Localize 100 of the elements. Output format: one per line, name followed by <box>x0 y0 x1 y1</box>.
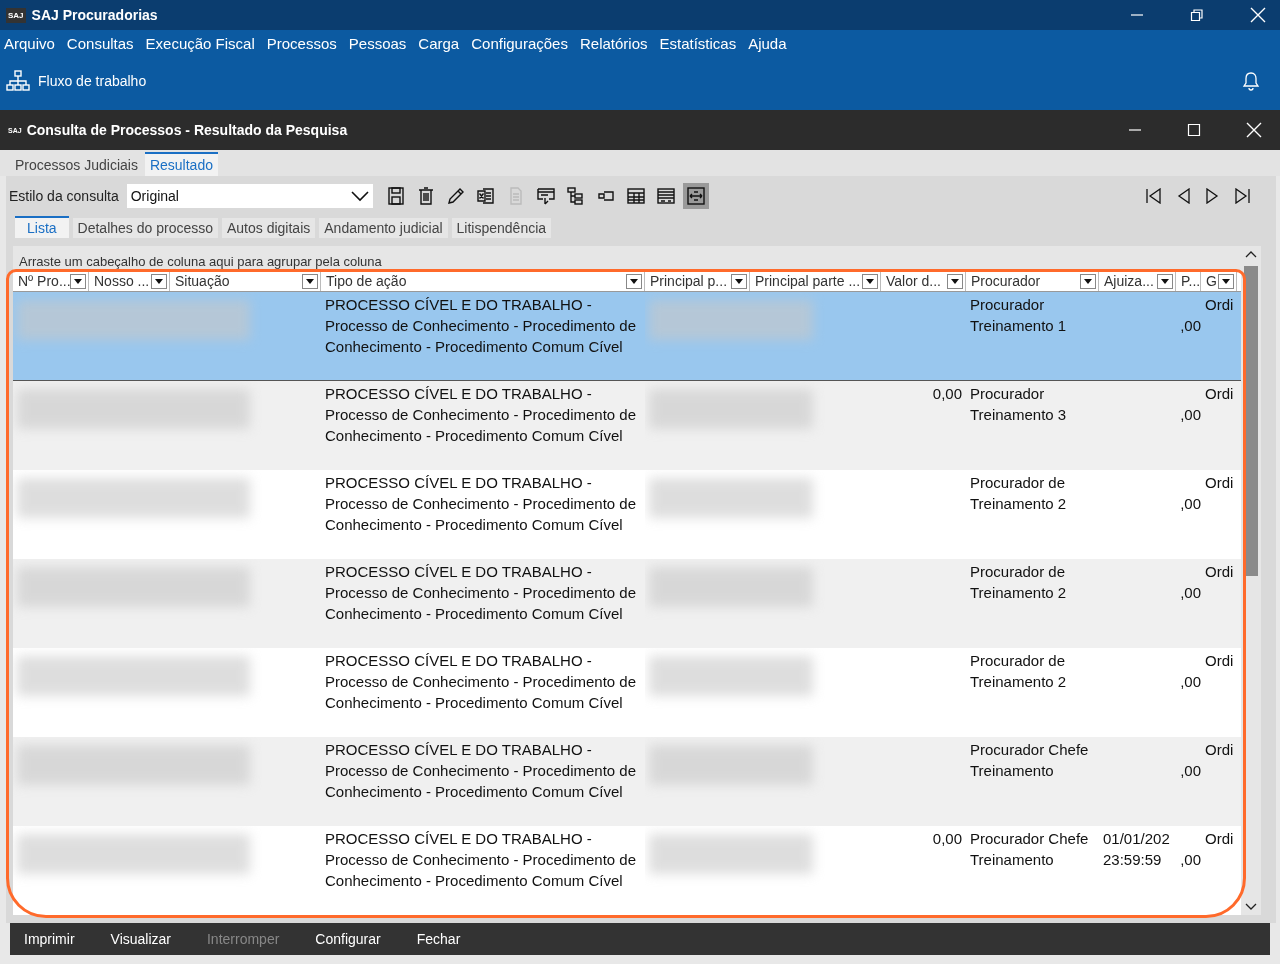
table-cell: Ordi <box>1205 652 1234 669</box>
last-page-icon[interactable] <box>1233 188 1251 204</box>
menu-item[interactable]: Ajuda <box>748 34 787 52</box>
menu-item[interactable]: Pessoas <box>348 34 407 52</box>
fit-icon <box>685 186 706 206</box>
table-row[interactable]: PROCESSO CÍVEL E DO TRABALHO - Processo de Conhecimento - Procedimento de Conhecimento - Procedimento Comum Cível Procurador Chefe Treinamento ,00 Ordi <box>13 737 1241 826</box>
menu-item[interactable]: Carga <box>418 34 460 52</box>
table-row[interactable]: PROCESSO CÍVEL E DO TRABALHO - Processo de Conhecimento - Procedimento de Conhecimento - Procedimento Comum Cível 0,00 Procurador Chefe Treinamento 01/01/202 23:59:59 ,00 Ordi <box>13 826 1241 915</box>
scroll-down-icon[interactable] <box>1245 903 1257 911</box>
next-icon[interactable] <box>1205 188 1219 204</box>
table-icon <box>625 186 646 206</box>
tab[interactable]: Litispendência <box>451 218 552 238</box>
footer-button[interactable]: Configurar <box>315 931 396 947</box>
column-header[interactable]: Principal p... <box>645 271 750 291</box>
field-label: Estilo da consulta <box>9 188 119 204</box>
table-cell: ,00 <box>1180 762 1201 779</box>
column-header[interactable]: Procurador <box>966 271 1099 291</box>
table-cell: Procurador Treinamento 3 <box>970 385 1067 423</box>
table-cell: PROCESSO CÍVEL E DO TRABALHO - Processo de Conhecimento - Procedimento de Conhecimento - Procedimento Comum Cível <box>325 563 636 622</box>
table-cell: PROCESSO CÍVEL E DO TRABALHO - Processo de Conhecimento - Procedimento de Conhecimento - Procedimento Comum Cível <box>325 385 636 444</box>
fit-button[interactable] <box>682 183 709 209</box>
footer-button[interactable]: Visualizar <box>110 931 186 947</box>
table-cell: ,00 <box>1180 584 1201 601</box>
column-header[interactable]: Valor d... <box>881 271 966 291</box>
column-header[interactable]: P... <box>1176 271 1201 291</box>
table-cell: Procurador de Treinamento 2 <box>970 652 1067 690</box>
filter-dropdown-icon[interactable] <box>1218 273 1234 289</box>
table-cell: Ordi <box>1205 830 1234 847</box>
filter-dropdown-icon[interactable] <box>862 273 878 289</box>
group-by-hint: Arraste um cabeçalho de coluna aqui para agrupar pela coluna <box>18 253 383 271</box>
filter-dropdown-icon[interactable] <box>626 273 642 289</box>
table-row[interactable]: PROCESSO CÍVEL E DO TRABALHO - Processo de Conhecimento - Procedimento de Conhecimento - Procedimento Comum Cível Procurador Treinamento 1 ,00 Ordi <box>13 292 1241 381</box>
hierarchy-icon <box>6 70 30 92</box>
spreadsheet-icon <box>475 186 496 206</box>
column-header[interactable]: Ajuiza... <box>1099 271 1176 291</box>
window-icon <box>535 186 556 206</box>
dialog-title: Consulta de Processos - Resultado da Pesquisa <box>26 122 348 138</box>
app-logo: SAJ <box>6 7 26 23</box>
column-header[interactable]: Principal parte ... <box>750 271 881 291</box>
filter-dropdown-icon[interactable] <box>1080 273 1096 289</box>
filter-dropdown-icon[interactable] <box>947 273 963 289</box>
previous-icon[interactable] <box>1177 188 1191 204</box>
column-header[interactable]: Situação <box>170 271 321 291</box>
menu-item[interactable]: Arquivo <box>4 34 55 52</box>
first-page-icon[interactable] <box>1145 188 1163 204</box>
column-header[interactable]: G <box>1201 271 1237 291</box>
filter-dropdown-icon[interactable] <box>302 273 318 289</box>
tab[interactable]: Resultado <box>144 152 218 176</box>
filter-dropdown-icon[interactable] <box>70 273 86 289</box>
table-cell: Procurador Treinamento 1 <box>970 296 1067 334</box>
filter-dropdown-icon[interactable] <box>1157 273 1173 289</box>
tab[interactable]: Andamento judicial <box>319 218 448 238</box>
column-header[interactable]: Nosso ... <box>89 271 170 291</box>
table-cell: Ordi <box>1205 296 1234 313</box>
menu-item[interactable]: Estatísticas <box>659 34 737 52</box>
footer-button[interactable]: Fechar <box>416 931 476 947</box>
table-cell: PROCESSO CÍVEL E DO TRABALHO - Processo de Conhecimento - Procedimento de Conhecimento - Procedimento Comum Cível <box>325 652 636 711</box>
table-cell: PROCESSO CÍVEL E DO TRABALHO - Processo de Conhecimento - Procedimento de Conhecimento - Procedimento Comum Cível <box>325 474 636 533</box>
table-cell: Ordi <box>1205 741 1234 758</box>
table-cell: ,00 <box>1180 406 1201 423</box>
table-cell: ,00 <box>1180 673 1201 690</box>
table-cell: Procurador Chefe Treinamento <box>970 830 1089 868</box>
tab[interactable]: Autos digitais <box>222 218 316 238</box>
scroll-up-icon[interactable] <box>1245 250 1257 258</box>
save-icon <box>385 186 406 206</box>
workflow-button[interactable]: Fluxo de trabalho <box>6 70 147 92</box>
table-row[interactable]: PROCESSO CÍVEL E DO TRABALHO - Processo de Conhecimento - Procedimento de Conhecimento - Procedimento Comum Cível Procurador de Treinamento 2 ,00 Ordi <box>13 648 1241 737</box>
menu-item[interactable]: Processos <box>266 34 337 52</box>
table-cell: Procurador Chefe Treinamento <box>970 741 1089 779</box>
close-icon[interactable] <box>1250 7 1266 23</box>
menu-item[interactable]: Execução Fiscal <box>145 34 255 52</box>
footer-button[interactable]: Imprimir <box>24 931 90 947</box>
tab[interactable]: Lista <box>15 216 69 238</box>
filter-dropdown-icon[interactable] <box>731 273 747 289</box>
tree-icon <box>565 186 586 206</box>
list-icon <box>655 186 676 206</box>
table-row[interactable]: PROCESSO CÍVEL E DO TRABALHO - Processo de Conhecimento - Procedimento de Conhecimento - Procedimento Comum Cível Procurador de Treinamento 2 ,00 Ordi <box>13 470 1241 559</box>
column-header[interactable]: Nº Pro... <box>13 271 89 291</box>
menu-item[interactable]: Relatórios <box>579 34 648 52</box>
table-cell: Ordi <box>1205 385 1234 402</box>
menu-item[interactable]: Consultas <box>66 34 134 52</box>
style-dropdown[interactable]: Original <box>126 184 373 208</box>
menu-item[interactable]: Configurações <box>471 34 568 52</box>
bell-icon[interactable] <box>1242 71 1260 91</box>
filter-dropdown-icon[interactable] <box>151 273 167 289</box>
table-cell: PROCESSO CÍVEL E DO TRABALHO - Processo de Conhecimento - Procedimento de Conhecimento - Procedimento Comum Cível <box>325 296 636 355</box>
table-cell: ,00 <box>1180 317 1201 334</box>
table-row[interactable]: PROCESSO CÍVEL E DO TRABALHO - Processo de Conhecimento - Procedimento de Conhecimento - Procedimento Comum Cível 0,00 Procurador Treinamento 3 ,00 Ordi <box>13 381 1241 470</box>
table-cell: Ordi <box>1205 563 1234 580</box>
tab[interactable]: Detalhes do processo <box>72 218 218 238</box>
table-row[interactable]: PROCESSO CÍVEL E DO TRABALHO - Processo de Conhecimento - Procedimento de Conhecimento - Procedimento Comum Cível Procurador de Treinamento 2 ,00 Ordi <box>13 559 1241 648</box>
restore-icon[interactable] <box>1190 8 1204 22</box>
column-header[interactable]: Tipo de ação <box>321 271 645 291</box>
table-cell: PROCESSO CÍVEL E DO TRABALHO - Processo de Conhecimento - Procedimento de Conhecimento - Procedimento Comum Cível <box>325 830 636 889</box>
close-icon[interactable] <box>1246 122 1262 138</box>
pencil-icon <box>445 186 466 206</box>
maximize-icon[interactable] <box>1187 123 1201 137</box>
table-cell: 0,00 <box>932 830 962 847</box>
table-cell: 0,00 <box>932 385 962 402</box>
table-cell: Ordi <box>1205 474 1234 491</box>
